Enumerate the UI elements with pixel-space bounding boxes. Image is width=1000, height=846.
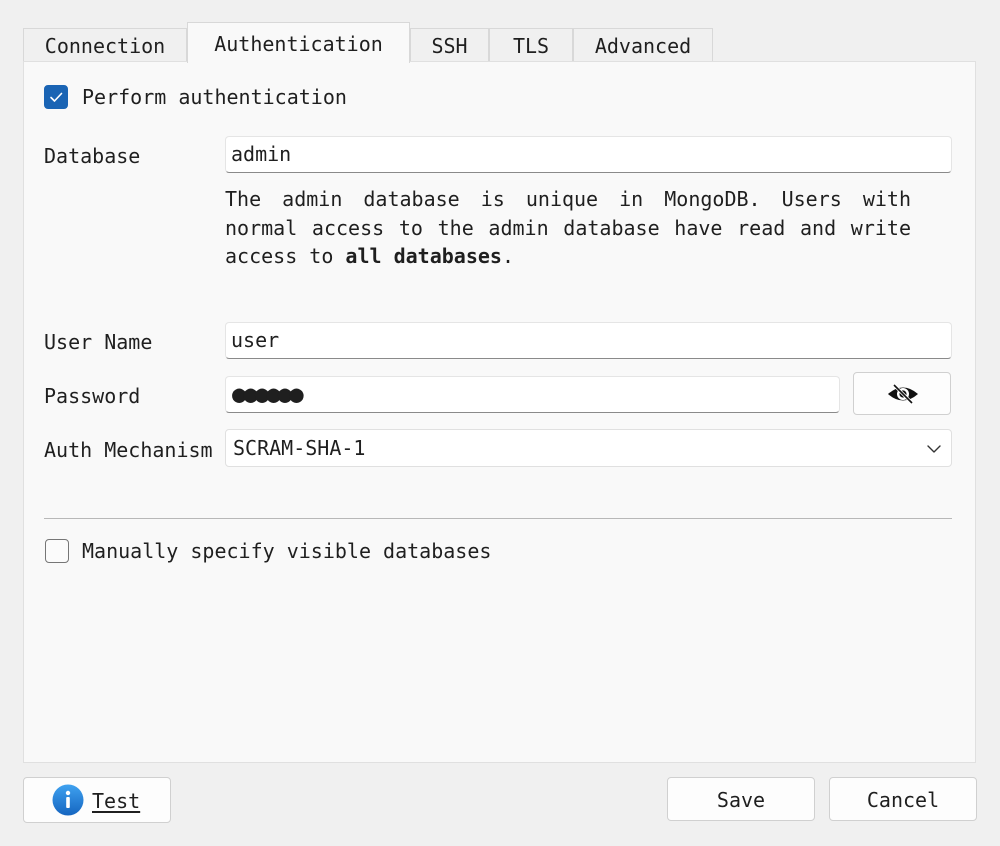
database-label: Database [44, 144, 141, 168]
help-text-part2: . [501, 244, 515, 268]
tab-label: TLS [512, 34, 550, 58]
manual-databases-checkbox[interactable] [45, 539, 69, 563]
tab-label: Advanced [594, 34, 692, 58]
save-button[interactable]: Save [667, 777, 815, 821]
database-help-text: The admin database is unique in MongoDB.… [225, 185, 911, 271]
test-button-label: Test [92, 789, 141, 813]
tab-authentication[interactable]: Authentication [187, 22, 410, 63]
tab-label: Connection [44, 34, 166, 58]
database-input[interactable]: admin [225, 136, 952, 173]
tab-tls[interactable]: TLS [489, 28, 573, 62]
cancel-button-label: Cancel [866, 788, 940, 812]
perform-authentication-checkbox[interactable] [44, 85, 68, 109]
test-button[interactable]: Test [23, 777, 171, 823]
tab-advanced[interactable]: Advanced [573, 28, 713, 62]
cancel-button[interactable]: Cancel [829, 777, 977, 821]
authentication-panel: Perform authentication Database admin Th… [23, 61, 976, 763]
username-input[interactable]: user [225, 322, 952, 359]
help-text-part1: The admin database is unique in MongoDB.… [225, 187, 911, 268]
password-input[interactable]: ●●●●●● [225, 376, 840, 413]
toggle-password-visibility-button[interactable] [853, 372, 951, 415]
password-mask: ●●●●●● [232, 380, 304, 408]
auth-mechanism-label: Auth Mechanism [44, 438, 213, 462]
password-label: Password [44, 384, 141, 408]
tab-ssh[interactable]: SSH [410, 28, 489, 62]
database-value: admin [231, 142, 292, 166]
section-divider [44, 518, 952, 519]
chevron-down-icon [927, 445, 941, 453]
tab-label: SSH [431, 34, 468, 58]
perform-authentication-label: Perform authentication [82, 85, 347, 109]
manual-databases-label: Manually specify visible databases [82, 539, 492, 563]
tab-label: Authentication [214, 32, 383, 56]
help-text-bold: all databases [345, 244, 502, 268]
username-value: user [231, 328, 280, 352]
checkmark-icon [50, 92, 63, 102]
info-icon [52, 784, 84, 816]
save-button-label: Save [716, 788, 766, 812]
auth-mechanism-select[interactable]: SCRAM-SHA-1 [225, 429, 952, 467]
username-label: User Name [44, 330, 153, 354]
tab-connection[interactable]: Connection [23, 28, 187, 62]
eye-slash-icon [888, 383, 918, 405]
auth-mechanism-value: SCRAM-SHA-1 [233, 436, 366, 460]
